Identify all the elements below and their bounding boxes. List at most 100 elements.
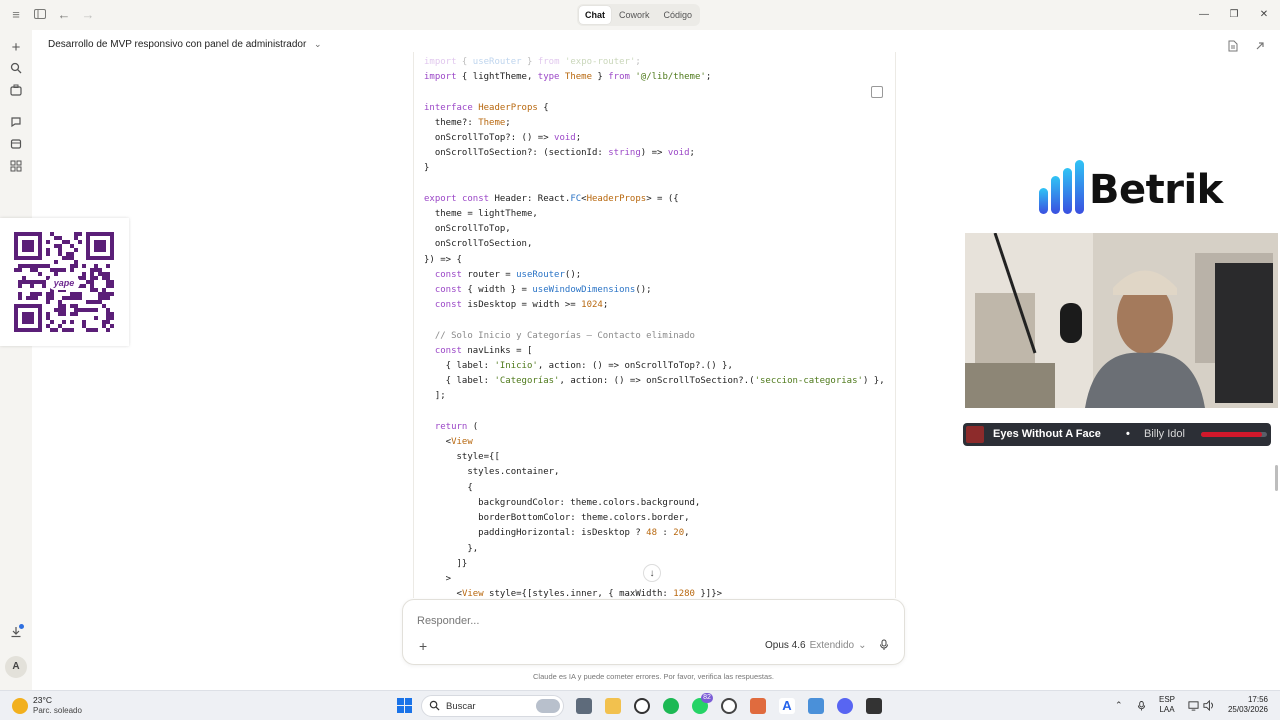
code-line: { (424, 482, 473, 493)
weather-icon[interactable] (12, 698, 28, 714)
mode-switcher: Chat Cowork Código (577, 4, 701, 26)
code-block: import { useRouter } from 'expo-router';… (413, 52, 896, 598)
brand-name: Betrik (1089, 167, 1223, 213)
composer[interactable]: Responder... + Opus 4.6 Extendido ⌄ (402, 599, 905, 665)
code-content: import { useRouter } from 'expo-router';… (424, 55, 885, 598)
share-icon[interactable] (1254, 40, 1266, 55)
code-line: interface HeaderProps { (424, 102, 549, 113)
maximize-button[interactable]: ❐ (1226, 8, 1242, 22)
code-line: const isDesktop = width >= 1024; (434, 300, 609, 311)
notification-badge: 82 (701, 693, 713, 703)
claude-app-icon[interactable] (750, 698, 766, 714)
scroll-down-button[interactable]: ↓ (643, 564, 661, 582)
projects-icon[interactable] (8, 84, 24, 100)
file-explorer-icon[interactable] (605, 698, 621, 714)
track-progress-fill (1201, 432, 1262, 437)
temperature[interactable]: 23°C (33, 695, 52, 705)
microphone-icon[interactable] (879, 639, 889, 654)
tab-codigo[interactable]: Código (658, 6, 699, 24)
model-selector[interactable]: Opus 4.6 Extendido ⌄ (765, 640, 866, 651)
keyboard-language[interactable]: ESP LAA (1159, 695, 1175, 715)
search-highlight-icon (536, 699, 560, 713)
tab-cowork[interactable]: Cowork (613, 6, 656, 24)
conversation-title[interactable]: Desarrollo de MVP responsivo con panel d… (48, 39, 306, 50)
code-line: // Solo Inicio y Categorías — Contacto e… (424, 330, 695, 341)
code-line: theme?: Theme; (424, 117, 511, 128)
code-line: import { lightTheme, type Theme } from '… (424, 72, 712, 83)
system-clock[interactable]: 17:56 25/03/2026 (1220, 695, 1268, 715)
terminal-icon[interactable] (866, 698, 882, 714)
network-icon[interactable] (1188, 700, 1199, 713)
track-artist: Billy Idol (1144, 428, 1185, 440)
search-icon[interactable] (8, 62, 24, 78)
now-playing-widget: Eyes Without A Face • Billy Idol (963, 423, 1271, 446)
code-line: export const Header: React.FC<HeaderProp… (424, 193, 679, 204)
code-line: const navLinks = [ (434, 345, 533, 356)
webcam-feed (965, 233, 1278, 408)
reply-input[interactable]: Responder... (417, 615, 479, 627)
discord-icon[interactable] (837, 698, 853, 714)
sidebar-toggle-icon[interactable] (32, 7, 48, 23)
chrome-icon[interactable] (634, 698, 650, 714)
obs-icon[interactable] (721, 698, 737, 714)
language-code: ESP (1159, 695, 1176, 704)
code-line: <View (424, 437, 473, 448)
scrollbar[interactable] (1275, 465, 1278, 491)
artifacts-icon[interactable] (8, 138, 24, 154)
volume-icon[interactable] (1203, 699, 1214, 713)
code-line: <View style={[styles.inner, { maxWidth: … (424, 589, 723, 598)
close-window-button[interactable]: ✕ (1256, 8, 1272, 22)
code-line: onScrollToSection?: (sectionId: string) … (424, 148, 695, 159)
code-line: }) => { (424, 254, 462, 265)
document-icon[interactable] (1228, 40, 1238, 55)
code-line: const { width } = useWindowDimensions(); (434, 285, 652, 296)
taskbar-search[interactable]: Buscar (421, 695, 564, 717)
chevron-down-icon[interactable]: ⌄ (314, 39, 322, 50)
code-line: onScrollToTop, (424, 224, 511, 235)
clock-time: 17:56 (1247, 695, 1268, 704)
code-line: return ( (434, 421, 479, 432)
add-attachment-icon[interactable]: + (419, 638, 427, 654)
task-view-icon[interactable] (576, 698, 592, 714)
new-chat-icon[interactable]: + (8, 40, 24, 56)
menu-icon[interactable]: ≡ (8, 7, 24, 23)
back-arrow-icon[interactable]: ← (56, 7, 72, 23)
layout-code: LAA (1159, 705, 1175, 714)
code-line: styles.container, (424, 467, 560, 478)
forward-arrow-icon[interactable]: → (80, 7, 96, 23)
model-mode: Extendido (809, 640, 855, 651)
tab-chat[interactable]: Chat (579, 6, 611, 24)
clock-date: 25/03/2026 (1227, 705, 1268, 714)
code-line: paddingHorizontal: isDesktop ? 48 : 20, (424, 528, 690, 539)
spotify-icon[interactable] (663, 698, 679, 714)
code-line: import { useRouter } from 'expo-router'; (424, 57, 641, 67)
microphone-icon[interactable] (1137, 700, 1146, 714)
notepad-icon[interactable] (808, 698, 824, 714)
notification-dot (19, 624, 24, 629)
code-line: style={[ (424, 452, 500, 463)
weather-description[interactable]: Parc. soleado (33, 706, 82, 715)
left-rail: + (0, 30, 32, 690)
code-line: }, (424, 543, 479, 554)
qr-code-overlay: yape (0, 218, 129, 346)
title-bar: ≡ ← → Chat Cowork Código — ❐ ✕ (0, 0, 1280, 30)
chevron-up-icon[interactable]: ⌃ (1115, 700, 1123, 711)
code-icon[interactable] (8, 160, 24, 176)
code-line: onScrollToTop?: () => void; (424, 133, 582, 144)
qr-label: yape (48, 276, 80, 290)
track-progress (1201, 432, 1267, 437)
windows-start-icon[interactable] (397, 698, 413, 714)
vscode-icon[interactable]: A (779, 698, 795, 714)
chats-icon[interactable] (8, 116, 24, 132)
track-title: Eyes Without A Face (993, 428, 1101, 440)
code-line: onScrollToSection, (424, 239, 533, 250)
copy-icon[interactable] (871, 86, 883, 98)
minimize-button[interactable]: — (1196, 8, 1212, 22)
track-separator: • (1126, 428, 1130, 440)
avatar[interactable]: A (5, 656, 27, 678)
code-line: backgroundColor: theme.colors.background… (424, 497, 701, 508)
code-line: theme = lightTheme, (424, 209, 538, 220)
